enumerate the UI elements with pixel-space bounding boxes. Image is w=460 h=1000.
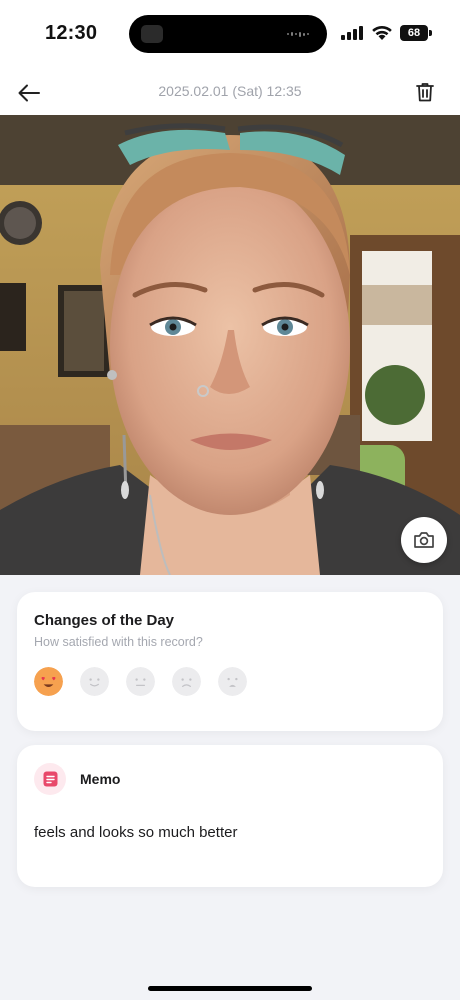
delete-button[interactable] bbox=[410, 77, 440, 107]
love-face-icon[interactable] bbox=[34, 667, 63, 696]
battery-icon: 68 bbox=[400, 25, 432, 41]
memo-title: Memo bbox=[80, 771, 121, 787]
upset-face-icon[interactable] bbox=[218, 667, 247, 696]
audio-wave-icon bbox=[287, 31, 311, 37]
change-photo-button[interactable] bbox=[401, 517, 447, 563]
selfie-photo bbox=[0, 115, 460, 575]
island-activity-icon bbox=[141, 25, 163, 43]
changes-of-day-card: Changes of the Day How satisfied with th… bbox=[17, 592, 443, 731]
memo-card[interactable]: Memo feels and looks so much better bbox=[17, 745, 443, 887]
record-date: 2025.02.01 (Sat) 12:35 bbox=[158, 83, 302, 99]
cellular-signal-icon bbox=[341, 26, 363, 40]
camera-icon bbox=[414, 532, 434, 548]
changes-title: Changes of the Day bbox=[34, 612, 175, 629]
top-nav: 2025.02.01 (Sat) 12:35 bbox=[0, 70, 460, 115]
record-photo bbox=[0, 115, 460, 575]
trash-icon bbox=[416, 83, 434, 102]
home-indicator bbox=[148, 986, 312, 991]
memo-text[interactable]: feels and looks so much better bbox=[34, 824, 237, 841]
sad-face-icon[interactable] bbox=[172, 667, 201, 696]
neutral-face-icon[interactable] bbox=[126, 667, 155, 696]
memo-icon-wrap bbox=[34, 763, 66, 795]
smile-face-icon[interactable] bbox=[80, 667, 109, 696]
status-bar: 12:30 68 bbox=[0, 0, 460, 70]
satisfaction-rating bbox=[34, 667, 247, 696]
dynamic-island bbox=[129, 15, 327, 53]
changes-subtitle: How satisfied with this record? bbox=[34, 635, 203, 649]
status-time: 12:30 bbox=[45, 22, 98, 44]
battery-level: 68 bbox=[400, 25, 428, 41]
wifi-icon bbox=[372, 25, 392, 40]
memo-icon bbox=[43, 771, 57, 787]
